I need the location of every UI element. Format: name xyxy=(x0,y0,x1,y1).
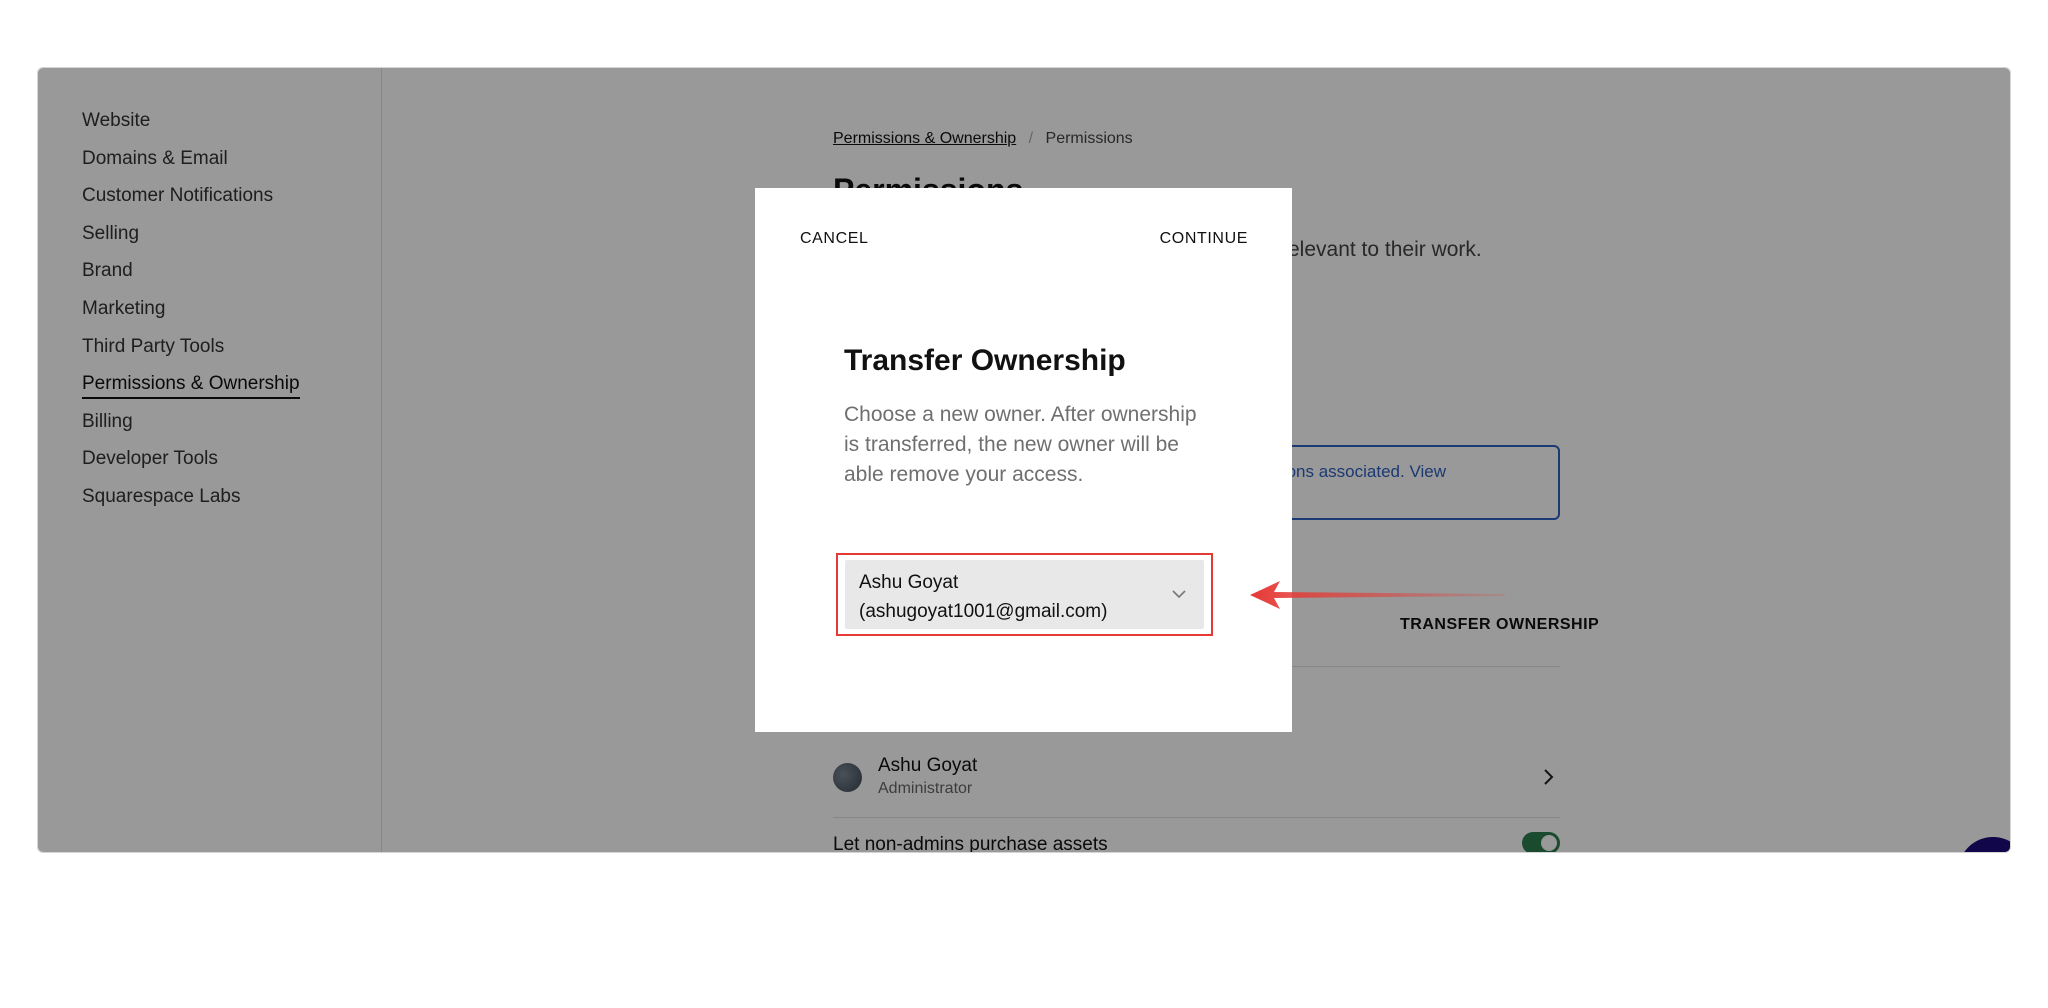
dialog-title: Transfer Ownership xyxy=(844,344,1126,377)
selected-owner-name: Ashu Goyat xyxy=(859,572,959,593)
chevron-down-icon xyxy=(1172,590,1186,599)
dialog-description: Choose a new owner. After ownership is t… xyxy=(844,403,1197,486)
new-owner-select[interactable]: Ashu Goyat (ashugoyat1001@gmail.com) xyxy=(845,560,1204,629)
cancel-button[interactable]: CANCEL xyxy=(800,230,869,248)
continue-button[interactable]: CONTINUE xyxy=(1160,230,1248,248)
annotation-arrow-icon xyxy=(1250,581,1505,609)
selected-owner-email: (ashugoyat1001@gmail.com) xyxy=(859,601,1108,622)
transfer-ownership-dialog: CANCEL CONTINUE Transfer Ownership Choos… xyxy=(755,188,1292,732)
owner-select-highlight: Ashu Goyat (ashugoyat1001@gmail.com) xyxy=(836,553,1213,636)
